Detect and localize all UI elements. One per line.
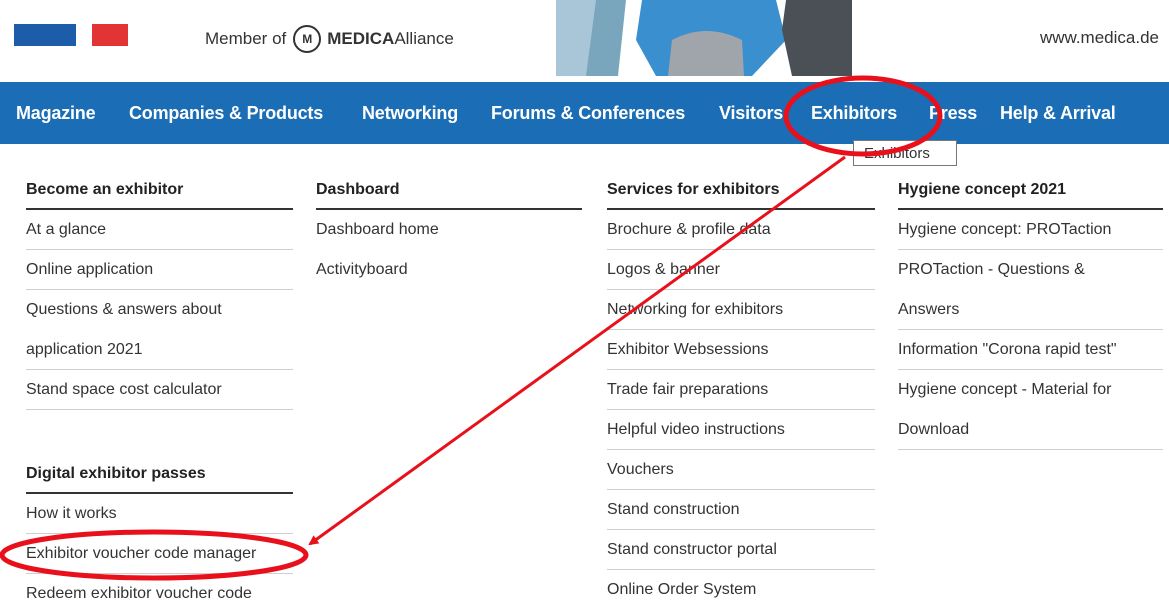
menu-item[interactable]: Redeem exhibitor voucher code <box>26 574 293 614</box>
menu-heading[interactable]: Become an exhibitor <box>26 168 293 210</box>
flag-blue-block <box>14 24 76 46</box>
nav-press[interactable]: Press <box>929 82 977 144</box>
menu-item[interactable]: Logos & banner <box>607 250 875 290</box>
member-prefix: Member of <box>205 29 287 48</box>
menu-item[interactable]: PROTaction - Questions & <box>898 250 1163 290</box>
nav-magazine[interactable]: Magazine <box>16 82 96 144</box>
menu-item[interactable]: Helpful video instructions <box>607 410 875 450</box>
menu-column-services: Services for exhibitors Brochure & profi… <box>607 168 875 610</box>
menu-item[interactable]: Activityboard <box>316 250 582 290</box>
alliance-suffix: Alliance <box>394 29 454 48</box>
header-photo <box>556 0 852 76</box>
flag-red-block <box>92 24 128 46</box>
menu-item[interactable]: Download <box>898 410 1163 450</box>
nav-exhibitors[interactable]: Exhibitors <box>811 82 897 144</box>
menu-heading[interactable]: Dashboard <box>316 168 582 210</box>
nav-visitors[interactable]: Visitors <box>719 82 783 144</box>
menu-item[interactable]: Stand space cost calculator <box>26 370 293 410</box>
menu-item[interactable]: Hygiene concept: PROTaction <box>898 210 1163 250</box>
nav-networking[interactable]: Networking <box>362 82 458 144</box>
menu-item[interactable]: Online Order System <box>607 570 875 610</box>
menu-heading[interactable]: Services for exhibitors <box>607 168 875 210</box>
menu-item[interactable]: Networking for exhibitors <box>607 290 875 330</box>
nav-help-arrival[interactable]: Help & Arrival <box>1000 82 1116 144</box>
menu-item[interactable]: Information "Corona rapid test" <box>898 330 1163 370</box>
menu-column-dashboard: Dashboard Dashboard home Activityboard <box>316 168 582 290</box>
menu-item-voucher-code-manager[interactable]: Exhibitor voucher code manager <box>26 534 293 574</box>
menu-item[interactable]: Hygiene concept - Material for <box>898 370 1163 410</box>
exhibitors-tooltip: Exhibitors <box>853 140 957 166</box>
menu-item[interactable]: How it works <box>26 494 293 534</box>
menu-spacer <box>26 410 293 452</box>
menu-item[interactable]: Answers <box>898 290 1163 330</box>
menu-item[interactable]: Exhibitor Websessions <box>607 330 875 370</box>
menu-item[interactable]: Dashboard home <box>316 210 582 250</box>
menu-heading[interactable]: Digital exhibitor passes <box>26 452 293 494</box>
member-of-alliance[interactable]: Member of M MEDICA Alliance <box>205 24 454 54</box>
main-nav: Magazine Companies & Products Networking… <box>0 82 1169 144</box>
menu-item[interactable]: Online application <box>26 250 293 290</box>
menu-item[interactable]: Vouchers <box>607 450 875 490</box>
menu-item[interactable]: Trade fair preparations <box>607 370 875 410</box>
alliance-logo-icon: M <box>293 25 322 53</box>
menu-column-become-exhibitor: Become an exhibitor At a glance Online a… <box>26 168 293 614</box>
menu-item[interactable]: At a glance <box>26 210 293 250</box>
nav-forums-conferences[interactable]: Forums & Conferences <box>491 82 685 144</box>
menu-item[interactable]: Brochure & profile data <box>607 210 875 250</box>
menu-heading[interactable]: Hygiene concept 2021 <box>898 168 1163 210</box>
site-url-link[interactable]: www.medica.de <box>1040 28 1159 48</box>
menu-item[interactable]: Questions & answers about <box>26 290 293 330</box>
menu-item[interactable]: Stand construction <box>607 490 875 530</box>
alliance-brand: MEDICA <box>327 29 395 48</box>
site-header: Member of M MEDICA Alliance www.medica.de <box>0 0 1169 76</box>
nav-companies-products[interactable]: Companies & Products <box>129 82 323 144</box>
menu-item[interactable]: Stand constructor portal <box>607 530 875 570</box>
menu-column-hygiene: Hygiene concept 2021 Hygiene concept: PR… <box>898 168 1163 450</box>
menu-item[interactable]: application 2021 <box>26 330 293 370</box>
